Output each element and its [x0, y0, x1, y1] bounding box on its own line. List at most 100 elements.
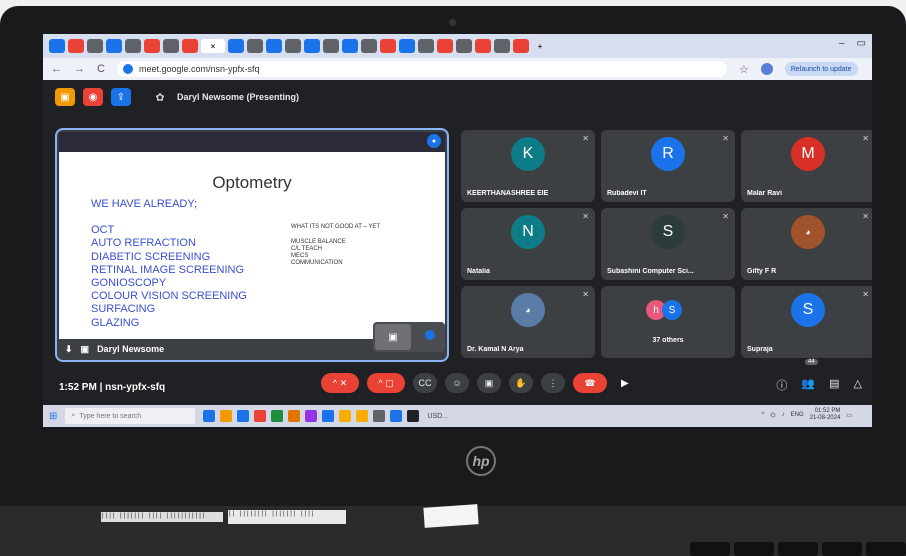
mic-off-button[interactable]: ^ ✕	[321, 373, 359, 393]
taskbar-app-icon[interactable]	[288, 410, 301, 422]
participant-tile[interactable]: ✕ K KEERTHANASHREE EIE	[461, 130, 595, 202]
maximize-button[interactable]: ▭	[857, 38, 866, 49]
participant-tile[interactable]: ✕ ◕ Gifty F R	[741, 208, 872, 280]
browser-tab-active[interactable]: ×	[201, 39, 225, 53]
network-icon[interactable]: ⌬	[770, 412, 775, 419]
taskbar-app-icon[interactable]	[390, 410, 403, 422]
bookmark-star-icon[interactable]: ☆	[739, 63, 749, 76]
browser-tab[interactable]	[380, 39, 396, 53]
browser-tab[interactable]	[361, 39, 377, 53]
browser-tab[interactable]	[49, 39, 65, 53]
new-tab-button[interactable]: +	[532, 39, 548, 53]
browser-tab[interactable]	[494, 39, 510, 53]
taskbar-app-icon[interactable]	[220, 410, 233, 422]
mic-muted-icon: ✕	[722, 134, 729, 143]
activities-icon[interactable]: ▣	[55, 88, 75, 106]
browser-tab[interactable]	[513, 39, 529, 53]
browser-tab[interactable]	[456, 39, 472, 53]
taskbar-app-icon[interactable]	[271, 410, 284, 422]
camera-off-button[interactable]: ^ ▢	[367, 373, 405, 393]
notification-icon[interactable]: ▭	[846, 412, 852, 419]
browser-tab[interactable]	[163, 39, 179, 53]
meeting-time: 1:52 PM	[59, 381, 97, 393]
hp-logo: hp	[466, 446, 496, 476]
slide-left-line: DIABETIC SCREENING	[91, 250, 211, 263]
pin-icon[interactable]: ⬇	[65, 344, 73, 355]
browser-tab[interactable]	[323, 39, 339, 53]
participant-tile[interactable]: ✕ N Natalia	[461, 208, 595, 280]
taskbar-app-icon[interactable]	[203, 410, 216, 422]
browser-tab[interactable]	[266, 39, 282, 53]
browser-tab[interactable]	[304, 39, 320, 53]
people-icon[interactable]: 👥	[801, 377, 815, 393]
forward-button[interactable]: →	[74, 63, 85, 75]
participant-tile[interactable]: ✕ S Supraja	[741, 286, 872, 358]
participant-name: KEERTHANASHREE EIE	[467, 190, 549, 197]
taskbar-app-icon[interactable]	[373, 410, 386, 422]
presentation-tile[interactable]: Optometry WE HAVE ALREADY; OCT AUTO REFRAC…	[55, 128, 449, 362]
laptop-bezel: × + – ▭ ← → C meet.google.com/nsn-ypfx-sf…	[0, 6, 906, 506]
stop-presenting-icon[interactable]: ⇪	[111, 88, 131, 106]
site-info-icon[interactable]	[122, 64, 133, 74]
taskbar-app-icon[interactable]	[237, 410, 250, 422]
browser-tab[interactable]	[87, 39, 103, 53]
emoji-button[interactable]: ☺	[445, 373, 469, 393]
participant-tile[interactable]: ✕ S Subashini Computer Sci...	[601, 208, 735, 280]
mic-muted-icon: ✕	[722, 212, 729, 221]
browser-tab[interactable]	[285, 39, 301, 53]
back-button[interactable]: ←	[51, 63, 62, 75]
browser-tab[interactable]	[247, 39, 263, 53]
weather-widget[interactable]: USD...	[427, 413, 448, 420]
meeting-code: nsn-ypfx-sfq	[105, 381, 166, 393]
taskbar-app-icon[interactable]	[356, 410, 369, 422]
browser-tab[interactable]	[228, 39, 244, 53]
language-indicator[interactable]: ENG	[791, 412, 804, 418]
participant-tile[interactable]: ✕ M Malar Ravi	[741, 130, 872, 202]
activities-shapes-icon[interactable]: △	[854, 377, 862, 393]
info-icon[interactable]: ⓘ	[776, 377, 787, 393]
browser-tab[interactable]	[399, 39, 415, 53]
participant-tile[interactable]: ✕ R Rubadevi IT	[601, 130, 735, 202]
tray-chevron-icon[interactable]: ^	[762, 412, 765, 418]
raise-hand-button[interactable]: ✋	[509, 373, 533, 393]
taskbar-clock[interactable]: 01:52 PM 21-08-2024	[810, 408, 841, 422]
volume-icon[interactable]: ♪	[782, 412, 785, 418]
browser-tab[interactable]	[106, 39, 122, 53]
system-tray: ^ ⌬ ♪ ENG 01:52 PM 21-08-2024 ▭	[762, 408, 852, 422]
captions-button[interactable]: CC	[413, 373, 437, 393]
browser-tab[interactable]	[68, 39, 84, 53]
participant-tile[interactable]: h S 37 others	[601, 286, 735, 358]
chat-icon[interactable]: ▤	[829, 377, 839, 393]
browser-tab[interactable]	[144, 39, 160, 53]
profile-avatar[interactable]	[760, 63, 773, 75]
presentation-tile-footer: ⬇ ▣ Daryl Newsome	[57, 338, 447, 360]
url-field[interactable]: meet.google.com/nsn-ypfx-sfq	[116, 61, 727, 77]
taskbar-app-icon[interactable]	[305, 410, 318, 422]
participant-avatar: K	[511, 137, 545, 171]
participant-name: Rubadevi IT	[607, 190, 647, 197]
taskbar-app-icon[interactable]	[407, 410, 420, 422]
browser-tab[interactable]	[437, 39, 453, 53]
relaunch-to-update-button[interactable]: Relaunch to update	[784, 62, 858, 76]
browser-tab[interactable]	[418, 39, 434, 53]
more-options-button[interactable]: ⋮	[541, 373, 565, 393]
barcode-sticker-2: || |||||||| ||||||| ||||	[228, 510, 346, 524]
taskbar-app-icon[interactable]	[322, 410, 335, 422]
leave-call-button[interactable]: ☎	[573, 373, 607, 393]
browser-tab[interactable]	[475, 39, 491, 53]
slide-title: Optometry	[212, 173, 292, 192]
browser-tab[interactable]	[342, 39, 358, 53]
taskbar-app-icon[interactable]	[254, 410, 267, 422]
reload-button[interactable]: C	[97, 63, 105, 75]
taskbar-search-box[interactable]: ⌕ Type here to search	[65, 408, 196, 424]
browser-tab[interactable]	[125, 39, 141, 53]
taskbar-app-icon[interactable]	[339, 410, 352, 422]
windows-start-icon[interactable]: ⊞	[49, 411, 57, 422]
record-icon[interactable]: ◉	[83, 88, 103, 106]
mic-muted-icon: ✕	[582, 212, 589, 221]
participant-tile[interactable]: ✕ ◕ Dr. Kamal N Arya	[461, 286, 595, 358]
browser-tab[interactable]	[182, 39, 198, 53]
minimize-button[interactable]: –	[839, 38, 845, 49]
participant-avatar: S	[651, 215, 685, 249]
present-button[interactable]: ▣	[477, 373, 501, 393]
